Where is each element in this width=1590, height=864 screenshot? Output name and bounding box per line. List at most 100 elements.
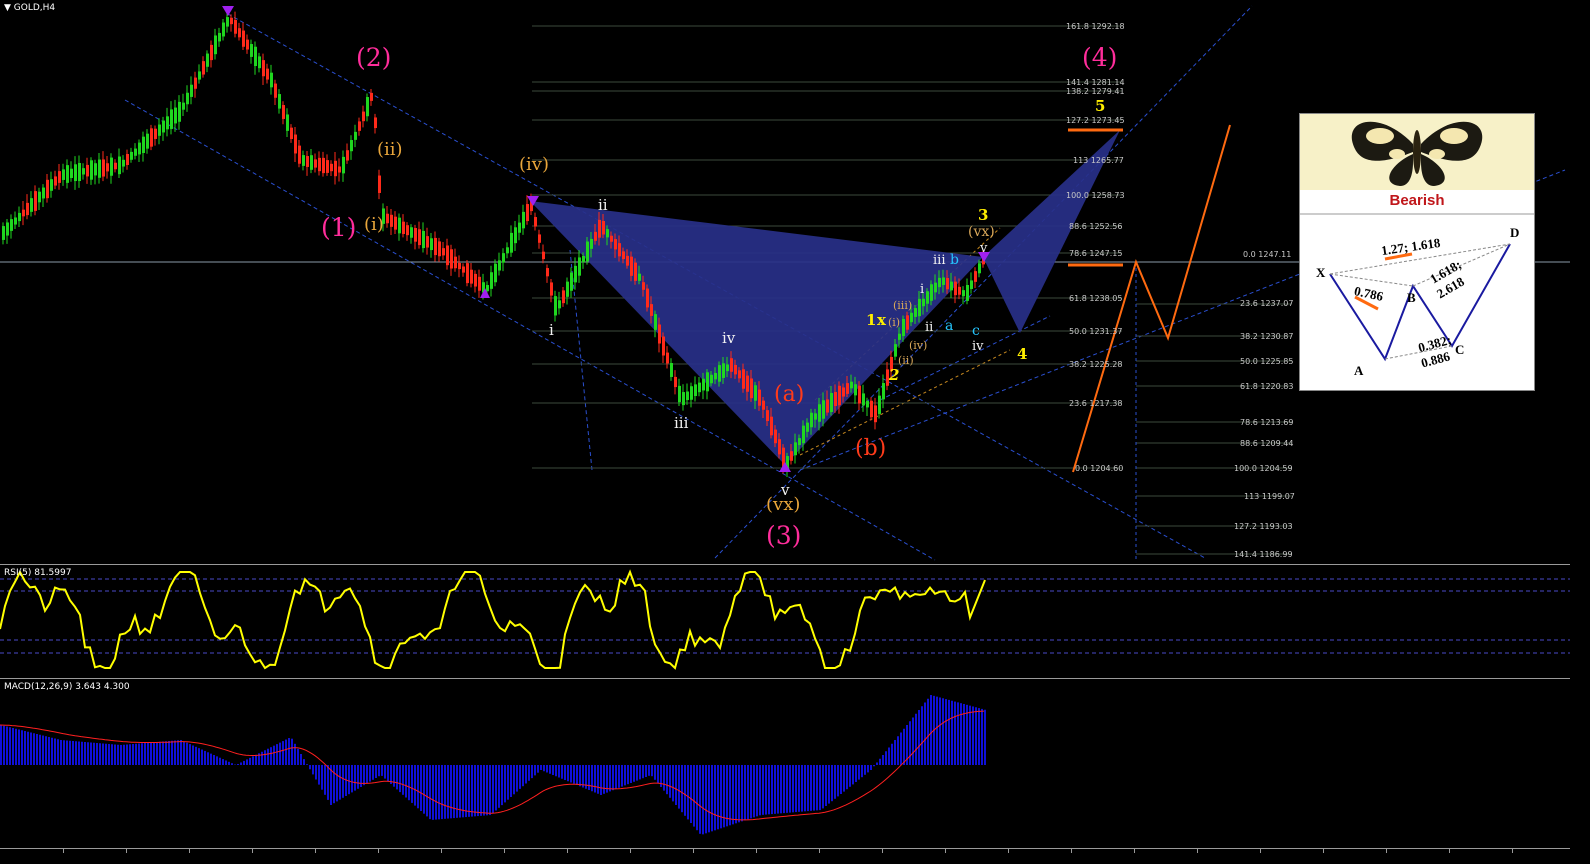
fib-label: 141.4 1186.99 <box>1234 550 1293 559</box>
macd-bar <box>150 743 152 766</box>
macd-bar <box>297 749 299 765</box>
macd-bar <box>270 747 272 765</box>
candle-body <box>686 392 689 401</box>
wave-label-5-yellow: 5 <box>1095 97 1105 115</box>
macd-bar <box>144 743 146 765</box>
candle-body <box>6 222 9 235</box>
candle-body <box>522 212 525 228</box>
macd-bar <box>51 738 53 765</box>
candle-body <box>158 125 161 136</box>
macd-bar <box>339 765 341 800</box>
macd-bar <box>303 759 305 765</box>
candle-body <box>50 179 53 191</box>
candle-body <box>142 137 145 153</box>
macd-bar <box>213 755 215 765</box>
wave-label-1-yellow: 1 <box>866 311 876 329</box>
macd-bar <box>738 765 740 822</box>
macd-bar <box>444 765 446 819</box>
macd-bar <box>168 741 170 765</box>
macd-bar <box>423 765 425 814</box>
point-x: X <box>1316 265 1325 281</box>
candle-body <box>138 143 141 155</box>
time-tick <box>1386 849 1387 853</box>
rsi-pane[interactable]: RSI(5) 81.5997 <box>0 564 1570 676</box>
candle-body <box>98 160 101 178</box>
macd-bar <box>312 765 314 774</box>
macd-bar <box>474 765 476 816</box>
macd-bar <box>690 765 692 823</box>
candle-body <box>430 238 433 250</box>
macd-bar <box>975 707 977 765</box>
wave-label-4: (4) <box>1082 43 1117 72</box>
macd-bar <box>615 765 617 789</box>
candle-body <box>630 257 633 276</box>
macd-canvas[interactable] <box>0 679 1570 849</box>
macd-bar <box>846 765 848 789</box>
macd-bar <box>426 765 428 816</box>
macd-bar <box>102 744 104 766</box>
candle-body <box>14 217 17 224</box>
candle-body <box>734 365 737 374</box>
macd-bar <box>909 721 911 765</box>
macd-bar <box>849 765 851 787</box>
candle-body <box>242 31 245 47</box>
wave-label-a-cyan: a <box>945 318 953 334</box>
candle-body <box>374 117 377 128</box>
candle-body <box>94 163 97 175</box>
macd-pane[interactable]: MACD(12,26,9) 3.643 4.300 <box>0 678 1570 849</box>
wave-label-i-paren: (i) <box>364 214 384 235</box>
macd-bar <box>72 741 74 765</box>
candle-body <box>446 245 449 265</box>
macd-bar <box>357 765 359 789</box>
macd-bar <box>780 765 782 813</box>
macd-bar <box>159 742 161 765</box>
candle-body <box>838 386 841 405</box>
candle-body <box>794 442 797 455</box>
macd-bar <box>528 765 530 781</box>
candle-body <box>914 308 917 317</box>
macd-bar <box>483 765 485 816</box>
rsi-canvas[interactable] <box>0 565 1570 676</box>
fib-label: 138.2 1279.41 <box>1066 87 1125 96</box>
candle-body <box>394 217 397 230</box>
fib-label: 113 1265.77 <box>1073 156 1124 165</box>
fib-label: 23.6 1217.38 <box>1069 399 1122 408</box>
macd-bar <box>432 765 434 820</box>
candle-body <box>766 410 769 421</box>
macd-bar <box>108 744 110 765</box>
candle-body <box>590 239 593 249</box>
macd-bar <box>165 741 167 765</box>
candle-body <box>362 112 365 122</box>
fib-label: 50.0 1225.85 <box>1240 357 1293 366</box>
wave-label-iv-2: iv <box>972 339 984 354</box>
candle-body <box>386 214 389 224</box>
macd-bar <box>672 765 674 801</box>
price-scale[interactable] <box>1570 0 1590 863</box>
candle-body <box>414 228 417 242</box>
candle-body <box>634 263 637 281</box>
time-tick <box>567 849 568 853</box>
wave-label-i-sub: (i) <box>888 316 900 329</box>
macd-bar <box>351 765 353 792</box>
price-chart-pane[interactable]: ▼ GOLD,H4 161.8 1292.18 141.4 1281.14 13… <box>0 0 1570 561</box>
macd-bar <box>294 744 296 765</box>
candle-body <box>334 161 337 176</box>
candle-body <box>586 242 589 262</box>
macd-bar <box>75 741 77 765</box>
candle-body <box>758 390 761 406</box>
macd-bar <box>663 765 665 791</box>
wave-label-i: i <box>549 321 554 339</box>
macd-bar <box>57 739 59 765</box>
macd-bar <box>243 761 245 765</box>
macd-bar <box>237 764 239 765</box>
candle-body <box>714 373 717 379</box>
candle-body <box>286 114 289 130</box>
macd-bar <box>471 765 473 817</box>
macd-bar <box>342 765 344 798</box>
macd-bar <box>981 709 983 765</box>
candle-body <box>906 315 909 329</box>
wave-label-ii-sub: (ii) <box>898 354 914 367</box>
macd-bar <box>333 765 335 803</box>
macd-bar <box>810 765 812 811</box>
macd-bar <box>699 765 701 834</box>
